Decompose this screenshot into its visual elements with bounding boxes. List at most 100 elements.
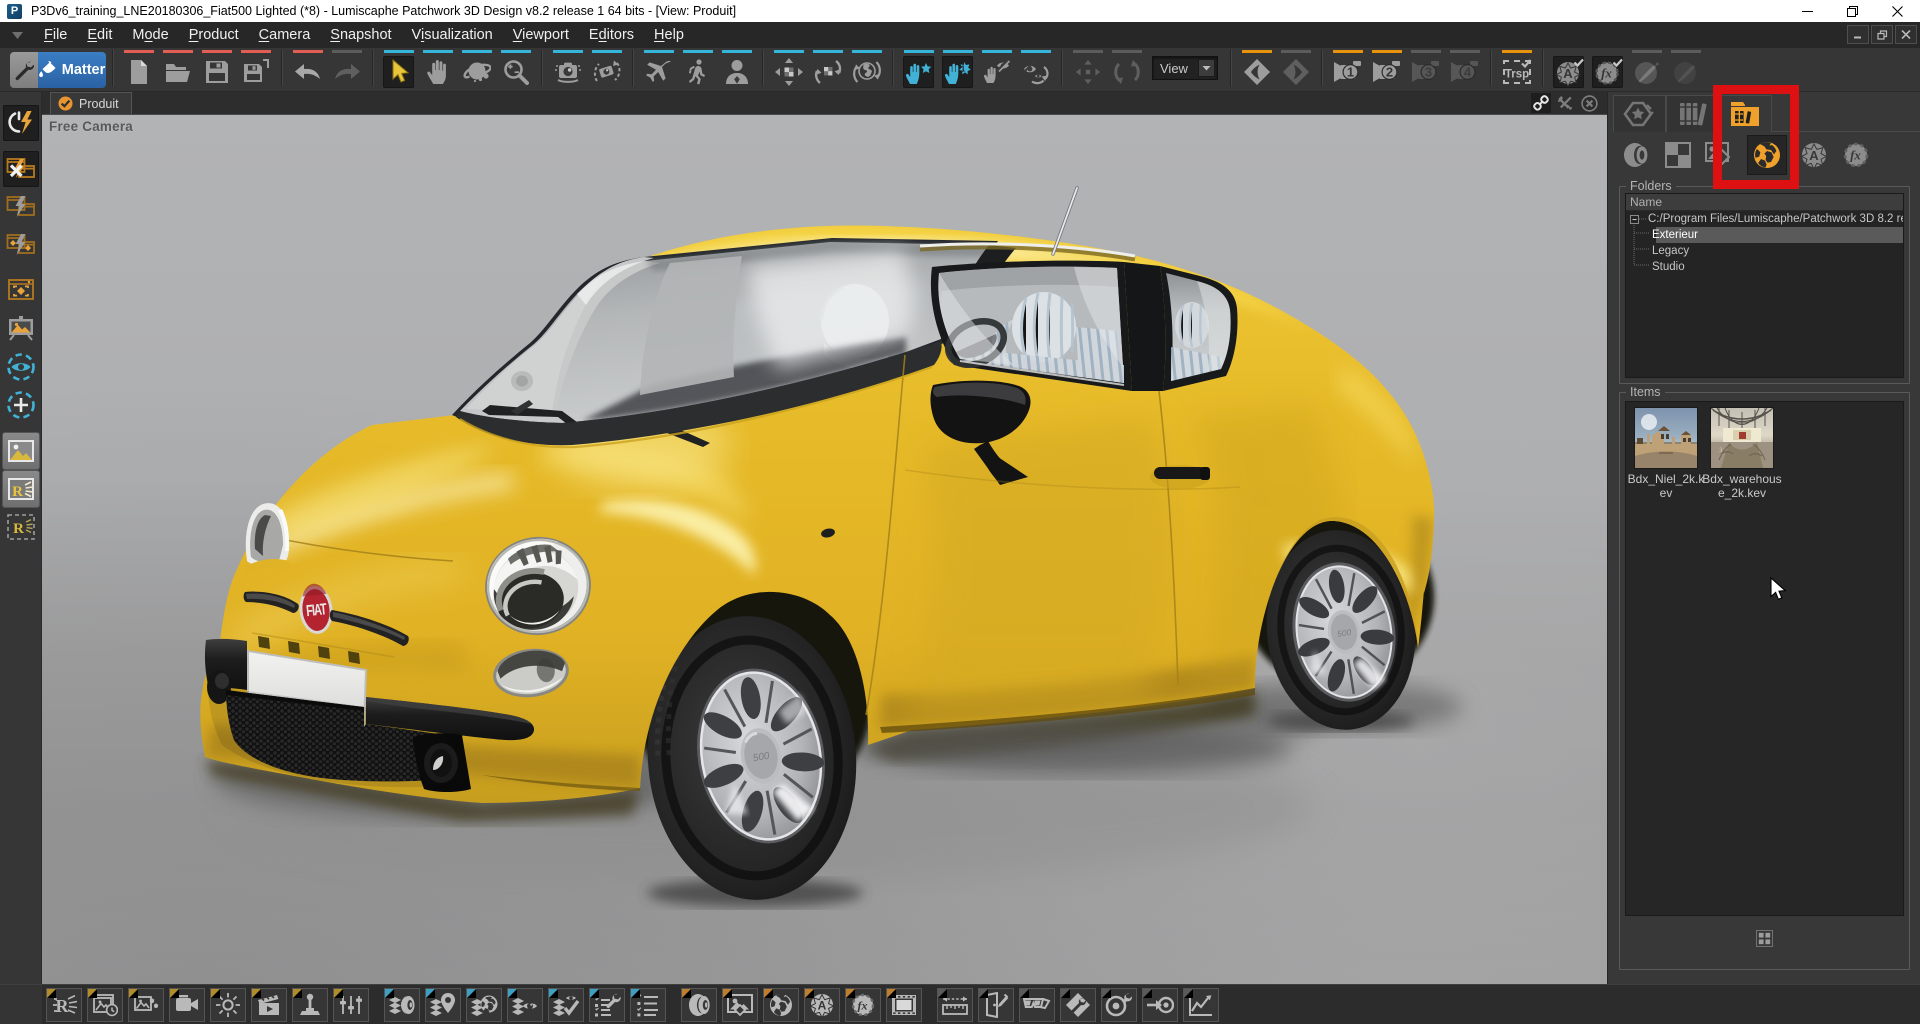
- environments-editor-button[interactable]: [763, 988, 799, 1022]
- save-all-button[interactable]: [240, 50, 271, 88]
- select-tool-button[interactable]: [383, 50, 414, 88]
- antialias-editor-button[interactable]: A: [804, 988, 840, 1022]
- camera-3-button[interactable]: 3: [1410, 50, 1441, 88]
- system-menu-icon[interactable]: [0, 22, 34, 48]
- camera-1-button[interactable]: 1: [1332, 50, 1363, 88]
- items-list[interactable]: Bdx_Niel_2k.kev: [1625, 401, 1904, 916]
- lighting-window-x-button[interactable]: [3, 151, 39, 187]
- menu-editors[interactable]: Editors: [579, 22, 644, 48]
- orbit-tool-button[interactable]: [461, 50, 492, 88]
- viewport-settings-icon[interactable]: [1555, 93, 1575, 113]
- thumbnail-view-toggle[interactable]: [1754, 927, 1776, 949]
- rotate-gizmo-button[interactable]: [812, 50, 843, 88]
- statistics-button[interactable]: [1183, 988, 1219, 1022]
- mdi-minimize-button[interactable]: [1847, 25, 1869, 44]
- menu-file[interactable]: File: [34, 22, 77, 48]
- lens-tool-icon[interactable]: [1621, 140, 1651, 170]
- view-mode-dropdown[interactable]: View: [1152, 56, 1218, 80]
- hdr-thumbnail-niel[interactable]: [1634, 407, 1698, 469]
- lighting-products-button[interactable]: [3, 227, 39, 263]
- tab-environment-library[interactable]: [1719, 95, 1772, 132]
- camera-4-button[interactable]: 4: [1449, 50, 1480, 88]
- redo-button[interactable]: [331, 50, 362, 88]
- layers-environment-button[interactable]: [466, 988, 502, 1022]
- viewport-link-icon[interactable]: [1531, 93, 1551, 113]
- fx-tool-icon[interactable]: fx: [1841, 140, 1871, 170]
- camera-2-button[interactable]: 2: [1371, 50, 1402, 88]
- snapshot-settings-button[interactable]: [128, 988, 164, 1022]
- sensors-visibility-button[interactable]: [1020, 50, 1051, 88]
- world-rotate-button[interactable]: [851, 50, 882, 88]
- settings-sliders-button[interactable]: [333, 988, 369, 1022]
- render-editor-button[interactable]: R: [46, 988, 82, 1022]
- layers-position-button[interactable]: [425, 988, 461, 1022]
- tree-item-legacy[interactable]: Legacy: [1626, 243, 1903, 259]
- fx-editor-button[interactable]: fx: [845, 988, 881, 1022]
- viewport-close-icon[interactable]: [1579, 93, 1599, 113]
- menu-visualization[interactable]: Visualization: [402, 22, 503, 48]
- tree-column-header[interactable]: Name: [1626, 194, 1903, 211]
- layers-visibility-button[interactable]: [507, 988, 543, 1022]
- mdi-close-button[interactable]: [1895, 25, 1917, 44]
- new-document-button[interactable]: [123, 50, 154, 88]
- show-surfaces-button[interactable]: [3, 349, 39, 385]
- shaper-mode-button[interactable]: [10, 52, 38, 88]
- fly-mode-button[interactable]: [643, 50, 674, 88]
- head-mode-button[interactable]: [721, 50, 752, 88]
- menu-camera[interactable]: Camera: [249, 22, 321, 48]
- postprocess-button[interactable]: [886, 988, 922, 1022]
- tools-diamond-button[interactable]: [1060, 988, 1096, 1022]
- open-document-button[interactable]: [162, 50, 193, 88]
- previous-view-button[interactable]: [1241, 50, 1272, 88]
- video-editor-button[interactable]: [169, 988, 205, 1022]
- antialiasing-button[interactable]: A: [1553, 50, 1584, 88]
- menu-edit[interactable]: Edit: [77, 22, 122, 48]
- touch-sensor-button[interactable]: [903, 50, 934, 88]
- joystick-button[interactable]: [292, 988, 328, 1022]
- backgrounds-editor-button[interactable]: [722, 988, 758, 1022]
- next-view-button[interactable]: [1280, 50, 1311, 88]
- render-image-button[interactable]: R: [3, 471, 39, 507]
- tab-materials-library[interactable]: [1666, 95, 1719, 132]
- camera-photo-button[interactable]: [552, 50, 583, 88]
- window-minimize-button[interactable]: [1785, 0, 1830, 22]
- layers-validate-button[interactable]: [548, 988, 584, 1022]
- tree-item-studio[interactable]: Studio: [1626, 259, 1903, 275]
- stereo-glasses-button[interactable]: [1019, 988, 1055, 1022]
- move-object-button[interactable]: [1072, 50, 1103, 88]
- menu-product[interactable]: Product: [179, 22, 249, 48]
- tab-products-library[interactable]: [1613, 95, 1666, 132]
- checklist-button[interactable]: [630, 988, 666, 1022]
- matter-mode-button[interactable]: Matter: [38, 52, 106, 88]
- lens-editor-button[interactable]: [681, 988, 717, 1022]
- tree-root-row[interactable]: C:/Program Files/Lumiscaphe/Patchwork 3D…: [1626, 211, 1903, 227]
- walk-mode-button[interactable]: [682, 50, 713, 88]
- tree-item-exterieur[interactable]: Exterieur: [1626, 227, 1903, 243]
- presentation-screen-button[interactable]: [3, 311, 39, 347]
- folders-tree[interactable]: Name C:/Program Files/Lumiscaphe/Patchwo…: [1625, 193, 1904, 378]
- menu-mode[interactable]: Mode: [122, 22, 178, 48]
- materials-tool-icon[interactable]: [1663, 140, 1693, 170]
- menu-help[interactable]: Help: [644, 22, 694, 48]
- animation-clapper-button[interactable]: [251, 988, 287, 1022]
- antialias-tool-icon[interactable]: A: [1799, 140, 1829, 170]
- tab-produit[interactable]: Produit: [50, 92, 132, 114]
- rotate-object-button[interactable]: [1111, 50, 1142, 88]
- checklist-tools-button[interactable]: [589, 988, 625, 1022]
- window-close-button[interactable]: [1875, 0, 1920, 22]
- render-frame-button[interactable]: [3, 273, 39, 309]
- undo-button[interactable]: [292, 50, 323, 88]
- save-button[interactable]: [201, 50, 232, 88]
- lighting-window-button[interactable]: [3, 189, 39, 225]
- touch-hide-button[interactable]: [981, 50, 1012, 88]
- sun-light-button[interactable]: [210, 988, 246, 1022]
- zoom-tool-button[interactable]: [500, 50, 531, 88]
- pan-tool-button[interactable]: [422, 50, 453, 88]
- mdi-restore-button[interactable]: [1871, 25, 1893, 44]
- paint-overlay-button[interactable]: [1631, 50, 1662, 88]
- paint-disabled-button[interactable]: [1670, 50, 1701, 88]
- menu-snapshot[interactable]: Snapshot: [320, 22, 401, 48]
- realtime-lighting-button[interactable]: [3, 105, 39, 141]
- render-region-button[interactable]: R: [3, 509, 39, 545]
- configure-viewport-button[interactable]: [1101, 988, 1137, 1022]
